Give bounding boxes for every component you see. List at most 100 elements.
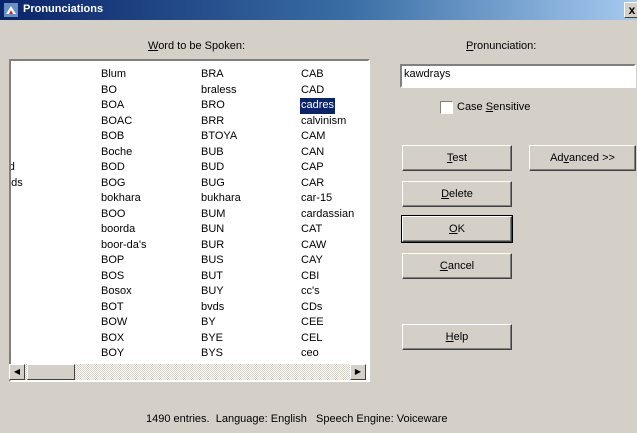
word-list-item[interactable]: CAM: [301, 129, 354, 145]
word-list-item[interactable]: T: [11, 145, 51, 161]
word-list-item[interactable]: BRR: [201, 114, 241, 130]
word-list-item[interactable]: cadres: [300, 98, 354, 114]
word-list-item-text: BY: [201, 316, 216, 328]
close-button[interactable]: x: [624, 2, 637, 18]
word-list-item[interactable]: BUY: [201, 284, 241, 300]
word-list-item[interactable]: Y: [11, 191, 51, 207]
word-list-item[interactable]: [11, 83, 51, 99]
word-list-item[interactable]: BOW: [101, 315, 147, 331]
word-list-item[interactable]: [11, 331, 51, 347]
scroll-thumb[interactable]: [27, 364, 75, 380]
word-list-item[interactable]: CAW: [301, 238, 354, 254]
word-list-item[interactable]: CAN: [301, 145, 354, 161]
word-list-item[interactable]: Blum: [101, 67, 147, 83]
word-list-item[interactable]: BUB: [201, 145, 241, 161]
word-list-item[interactable]: car-15: [301, 191, 354, 207]
word-list-item[interactable]: CAY: [301, 253, 354, 269]
word-list-item[interactable]: CAR: [301, 176, 354, 192]
advanced-button[interactable]: Advanced >>: [529, 145, 636, 171]
word-list-item[interactable]: BOP: [101, 253, 147, 269]
word-list-item[interactable]: BYS: [201, 346, 241, 362]
word-list-item[interactable]: [11, 253, 51, 269]
word-list-item[interactable]: [11, 98, 51, 114]
word-list-item[interactable]: azed: [11, 160, 51, 176]
word-list-item[interactable]: [11, 284, 51, 300]
word-list-item[interactable]: CDs: [301, 300, 354, 316]
word-list-item[interactable]: boorda: [101, 222, 147, 238]
word-list-item[interactable]: CAD: [301, 83, 354, 99]
word-list-item[interactable]: BRO: [201, 98, 241, 114]
word-list-item[interactable]: BUD: [201, 160, 241, 176]
word-list-item[interactable]: braless: [201, 83, 241, 99]
word-list-item[interactable]: BUM: [201, 207, 241, 223]
word-list-item[interactable]: boor-da's: [101, 238, 147, 254]
horizontal-scrollbar[interactable]: ◀ ▶: [9, 364, 366, 380]
word-list-item[interactable]: calvinism: [301, 114, 354, 130]
word-list-item[interactable]: BOO: [101, 207, 147, 223]
word-list-item[interactable]: BUN: [201, 222, 241, 238]
word-list-item[interactable]: BOX: [101, 331, 147, 347]
word-list-item[interactable]: BOB: [101, 129, 147, 145]
word-list-item[interactable]: BOA: [101, 98, 147, 114]
word-list-item[interactable]: CEL: [301, 331, 354, 347]
word-list-item[interactable]: BOG: [101, 176, 147, 192]
title-bar: Pronunciations x: [0, 0, 637, 20]
word-list-item[interactable]: CAP: [301, 160, 354, 176]
word-list-item-text: calvinism: [301, 114, 347, 127]
word-list-item[interactable]: bvds: [201, 300, 241, 316]
word-list-item[interactable]: [11, 238, 51, 254]
word-list-item[interactable]: N: [11, 129, 51, 145]
word-list-item[interactable]: BY: [201, 315, 241, 331]
word-list-item[interactable]: [11, 207, 51, 223]
word-list-item-text: CAW: [301, 238, 327, 251]
word-list-item[interactable]: [11, 269, 51, 285]
ok-button[interactable]: OK: [401, 215, 513, 243]
word-list-item[interactable]: CAB: [301, 67, 354, 83]
word-list-item[interactable]: [11, 222, 51, 238]
word-list-item[interactable]: BOY: [101, 346, 147, 362]
word-list-item[interactable]: cardassian: [301, 207, 354, 223]
word-list-item[interactable]: BUR: [201, 238, 241, 254]
word-list-item[interactable]: BRA: [201, 67, 241, 83]
help-button[interactable]: Help: [402, 324, 512, 350]
scroll-left-button[interactable]: ◀: [9, 364, 25, 380]
word-list-item[interactable]: BTOYA: [201, 129, 241, 145]
delete-button[interactable]: Delete: [402, 181, 512, 207]
word-list-item[interactable]: se: [11, 346, 51, 362]
word-list-item[interactable]: bukhara: [201, 191, 241, 207]
word-list-item[interactable]: [11, 315, 51, 331]
word-list-item-text: BO: [101, 83, 117, 96]
word-list-item[interactable]: Boche: [101, 145, 147, 161]
word-list-item[interactable]: BUS: [201, 253, 241, 269]
word-list-item[interactable]: BOD: [101, 160, 147, 176]
pronunciation-input[interactable]: kawdrays: [400, 64, 636, 88]
word-list-item[interactable]: BOAC: [101, 114, 147, 130]
word-list-item[interactable]: BO: [101, 83, 147, 99]
word-column-4: CAB CAD cadres calvinism CAM CAN CAP CAR car-15 c…: [300, 67, 354, 362]
word-list[interactable]: GNTazedazoidsYsenheim BlumBOBOABOACBOBBo…: [9, 59, 370, 382]
word-list-item[interactable]: BOT: [101, 300, 147, 316]
word-list-item-text: BOW: [101, 316, 128, 328]
word-list-item-text: BRA: [201, 68, 224, 80]
word-list-item[interactable]: azoids: [11, 176, 51, 192]
cancel-button[interactable]: Cancel: [402, 253, 512, 279]
word-list-item-text: BOP: [101, 254, 125, 266]
pronunciation-label-text: Pronunciation:: [466, 40, 537, 52]
scroll-right-button[interactable]: ▶: [350, 364, 366, 380]
word-list-item[interactable]: CAT: [301, 222, 354, 238]
word-list-item[interactable]: [11, 114, 51, 130]
case-sensitive-checkbox[interactable]: [440, 101, 453, 114]
word-list-item[interactable]: BOS: [101, 269, 147, 285]
word-list-item[interactable]: bokhara: [101, 191, 147, 207]
word-list-item[interactable]: cc's: [301, 284, 354, 300]
word-list-item[interactable]: Bosox: [101, 284, 147, 300]
word-list-item[interactable]: BUG: [201, 176, 241, 192]
word-list-item[interactable]: ceo: [301, 346, 354, 362]
word-list-item[interactable]: G: [11, 67, 51, 83]
test-button[interactable]: Test: [402, 145, 512, 171]
word-list-item[interactable]: BUT: [201, 269, 241, 285]
word-list-item[interactable]: CEE: [301, 315, 354, 331]
word-list-item[interactable]: [11, 300, 51, 316]
word-list-item[interactable]: CBI: [301, 269, 354, 285]
word-list-item[interactable]: BYE: [201, 331, 241, 347]
